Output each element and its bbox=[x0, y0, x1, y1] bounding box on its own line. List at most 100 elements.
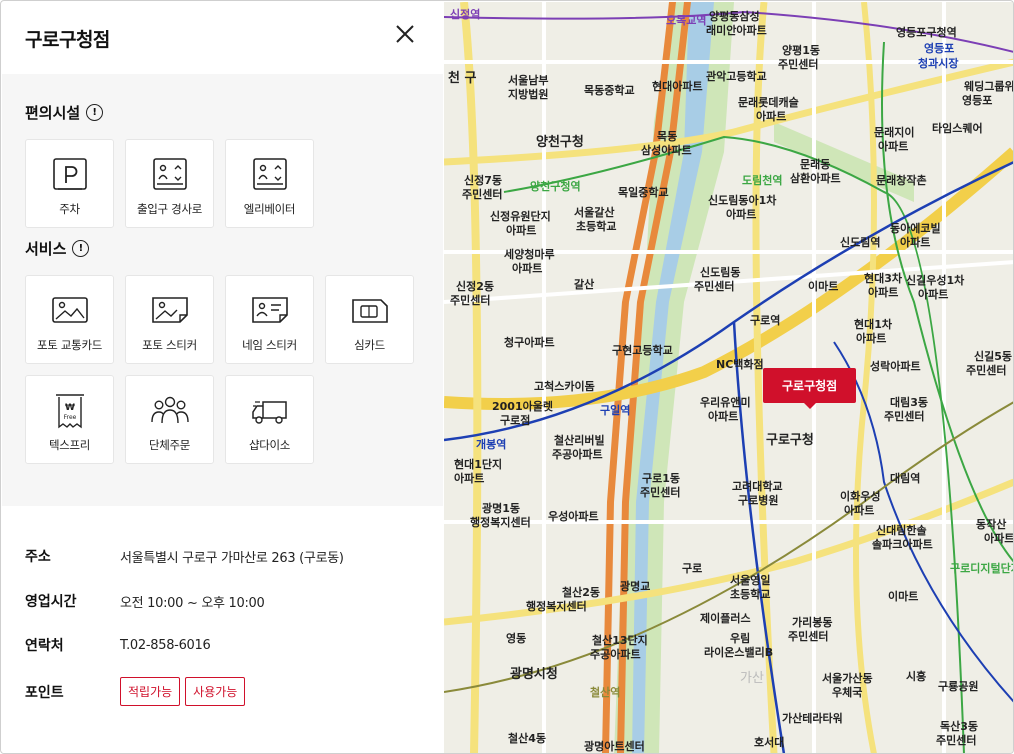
close-icon[interactable] bbox=[393, 22, 417, 46]
map-label: 구룡공원 bbox=[938, 680, 979, 693]
map-label: 아파트 bbox=[708, 410, 739, 423]
map-label: 가리봉동 bbox=[792, 616, 833, 629]
map-label: 아파트 bbox=[984, 532, 1014, 545]
map-label: 도림천역 bbox=[742, 174, 783, 187]
map-label: 영등포 bbox=[924, 42, 955, 55]
map-label: 광명교 bbox=[620, 580, 651, 593]
elevator-icon bbox=[252, 158, 287, 190]
store-map[interactable]: 구로구청점 신정역 오목교역 양평동삼성 래미안아파트 영등포구청역 영등포 청… bbox=[444, 2, 1014, 753]
map-label: 아파트 bbox=[900, 236, 931, 249]
map-label: 구로 bbox=[682, 562, 703, 575]
facility-label: 엘리베이터 bbox=[243, 202, 296, 216]
hours-value: 오전 10:00 ~ 오후 10:00 bbox=[120, 595, 265, 611]
map-label: 개봉역 bbox=[476, 438, 507, 451]
map-label: 현대아파트 bbox=[652, 80, 703, 93]
facility-parking: 주차 bbox=[25, 139, 114, 228]
map-label: 삼환아파트 bbox=[790, 172, 841, 185]
map-label: 서울영일 bbox=[730, 574, 771, 587]
facility-ramp: 출입구 경사로 bbox=[125, 139, 214, 228]
map-label: 구일역 bbox=[600, 404, 631, 417]
map-label: 영동 bbox=[506, 632, 527, 645]
map-background bbox=[444, 2, 1013, 753]
map-label: 솔파크아파트 bbox=[872, 538, 933, 551]
map-label: 주민센터 bbox=[884, 410, 925, 423]
map-label: 동아에코빌 bbox=[890, 222, 941, 235]
map-label: 양평동삼성 bbox=[709, 10, 760, 23]
map-label: 신도림동아1차 bbox=[708, 194, 777, 207]
map-label: 서울갈산 bbox=[574, 206, 615, 219]
hours-label: 영업시간 bbox=[25, 594, 77, 610]
map-label: 가산 bbox=[740, 671, 764, 686]
info-icon[interactable]: ! bbox=[72, 240, 90, 257]
map-label: 주공아파트 bbox=[590, 648, 641, 661]
service-label: 포토 스티커 bbox=[142, 338, 197, 352]
map-label: 주민센터 bbox=[462, 188, 503, 201]
map-label: 제이플러스 bbox=[700, 612, 751, 625]
map-label: 행정복지센터 bbox=[526, 600, 587, 613]
map-label: 래미안아파트 bbox=[706, 24, 767, 37]
address-value: 서울특별시 구로구 가마산로 263 (구로동) bbox=[120, 550, 344, 566]
info-icon[interactable]: ! bbox=[86, 104, 104, 121]
map-label: 초등학교 bbox=[730, 588, 771, 601]
map-label: 신정7동 bbox=[464, 174, 503, 187]
map-label: 행정복지센터 bbox=[470, 516, 531, 529]
map-label: 아파트 bbox=[726, 208, 757, 221]
map-label: 문래지이 bbox=[874, 126, 915, 139]
map-label: 신도림동 bbox=[700, 266, 741, 279]
map-label: 현대1단지 bbox=[454, 458, 503, 471]
map-label: 서울가산동 bbox=[822, 672, 873, 685]
store-marker[interactable]: 구로구청점 bbox=[763, 368, 857, 409]
map-label: 구로병원 bbox=[738, 494, 779, 507]
facilities-heading: 편의시설 ! bbox=[25, 102, 104, 123]
map-label: 현대3차 bbox=[864, 272, 903, 285]
map-label: 양평1동 bbox=[782, 44, 821, 57]
map-label: 천 구 bbox=[448, 71, 477, 86]
map-label: 호서대 bbox=[754, 736, 785, 749]
contact-value[interactable]: T.02-858-6016 bbox=[120, 638, 211, 653]
service-label: 텍스프리 bbox=[48, 438, 91, 452]
map-label: 타임스퀘어 bbox=[932, 122, 983, 135]
map-label: 라이온스밸리B bbox=[704, 646, 774, 659]
service-label: 포토 교통카드 bbox=[36, 338, 103, 352]
map-label: 철산13단지 bbox=[592, 634, 648, 647]
map-label: 우리유앤미 bbox=[700, 396, 751, 409]
map-label: 구현고등학교 bbox=[612, 344, 673, 357]
map-label: 주민센터 bbox=[966, 364, 1007, 377]
map-label: 신정유원단지 bbox=[490, 210, 551, 223]
map-label: 아파트 bbox=[512, 262, 543, 275]
map-label: 양천구청역 bbox=[530, 180, 581, 193]
map-label: 주민센터 bbox=[936, 734, 977, 747]
contact-label: 연락처 bbox=[25, 638, 64, 654]
map-label: 주민센터 bbox=[450, 294, 491, 307]
services-title: 서비스 bbox=[25, 240, 67, 258]
map-label: 성락아파트 bbox=[870, 360, 921, 373]
map-label: 신대림한솔 bbox=[876, 524, 927, 537]
map-label: 2001아울렛 bbox=[492, 400, 553, 413]
map-label: 문래창작촌 bbox=[876, 174, 927, 187]
map-label: 우림 bbox=[730, 632, 751, 645]
map-label: 문래롯데캐슬 bbox=[738, 96, 799, 109]
photo-sticker-icon bbox=[151, 297, 188, 323]
map-label: 양천구청 bbox=[536, 135, 584, 150]
map-label: 문래동 bbox=[800, 158, 831, 171]
store-title: 구로구청점 bbox=[25, 28, 110, 51]
store-detail-window: 구로구청점 편의시설 ! 주차 출입구 경사로 엘리베이터 서비스 ! 포토 교… bbox=[0, 0, 1014, 754]
map-label: 철산4동 bbox=[508, 732, 547, 745]
map-label: 아파트 bbox=[918, 288, 949, 301]
map-label: 관악고등학교 bbox=[706, 70, 767, 83]
group-order-icon bbox=[150, 396, 189, 424]
service-tax-free: ₩ Free 텍스프리 bbox=[25, 375, 114, 464]
points-earn-badge: 적립가능 bbox=[120, 677, 181, 706]
map-label: 광명1동 bbox=[482, 502, 521, 515]
store-info-panel: 구로구청점 편의시설 ! 주차 출입구 경사로 엘리베이터 서비스 ! 포토 교… bbox=[2, 2, 443, 753]
map-label: 고려대학교 bbox=[732, 480, 783, 493]
hours-row: 영업시간 오전 10:00 ~ 오후 10:00 bbox=[25, 591, 265, 611]
service-sim-card: 심카드 bbox=[325, 275, 414, 364]
points-label: 포인트 bbox=[25, 684, 64, 701]
map-label: 이화우성 bbox=[840, 490, 881, 503]
service-name-sticker: 네임 스티커 bbox=[225, 275, 314, 364]
service-label: 샵다이소 bbox=[248, 438, 291, 452]
facility-elevator: 엘리베이터 bbox=[225, 139, 314, 228]
map-label: 세양청마루 bbox=[504, 248, 555, 261]
service-label: 단체주문 bbox=[148, 438, 191, 452]
